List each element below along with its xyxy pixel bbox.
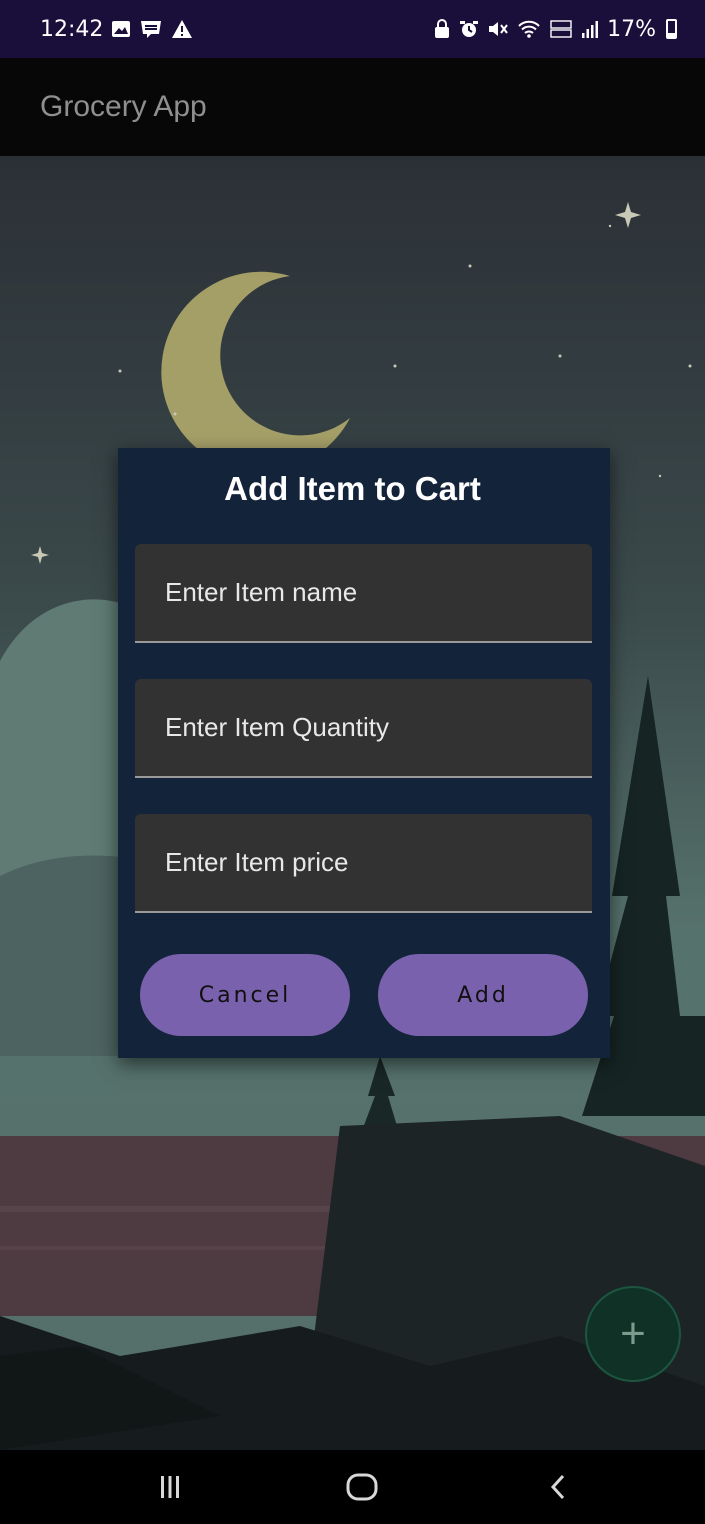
back-icon: [550, 1474, 565, 1500]
warning-icon: [172, 20, 193, 38]
battery-icon: [666, 19, 677, 39]
item-price-field[interactable]: [135, 814, 592, 913]
home-icon: [346, 1473, 378, 1501]
alarm-icon: [460, 21, 479, 37]
app-title: Grocery App: [40, 90, 207, 123]
volte-icon: [550, 20, 572, 38]
app-bar: Grocery App: [0, 58, 705, 156]
back-button[interactable]: [518, 1450, 598, 1524]
item-quantity-field[interactable]: [135, 679, 592, 778]
home-button[interactable]: [322, 1450, 402, 1524]
battery-percent: 17%: [607, 16, 656, 42]
lock-icon: [435, 19, 450, 38]
status-bar: 12:42 17%: [0, 0, 705, 58]
add-fab[interactable]: +: [585, 1286, 681, 1382]
item-quantity-input[interactable]: [163, 711, 592, 744]
item-name-field[interactable]: [135, 544, 592, 643]
add-button[interactable]: Add: [378, 954, 588, 1036]
dialog-title: Add Item to Cart: [224, 470, 481, 507]
recents-button[interactable]: [130, 1450, 210, 1524]
webtoon-icon: [141, 21, 162, 38]
plus-icon: +: [620, 1309, 646, 1358]
cancel-button[interactable]: Cancel: [140, 954, 350, 1036]
signal-icon: [582, 21, 599, 38]
status-time: 12:42: [40, 16, 104, 42]
mute-icon: [489, 22, 508, 36]
item-name-input[interactable]: [163, 576, 592, 609]
wifi-icon: [518, 20, 540, 38]
gallery-icon: [112, 21, 131, 37]
recents-icon: [161, 1476, 179, 1498]
status-right: 17%: [433, 17, 677, 42]
item-price-input[interactable]: [163, 846, 592, 879]
navigation-bar: [0, 1450, 705, 1524]
status-left: 12:42: [40, 17, 193, 42]
